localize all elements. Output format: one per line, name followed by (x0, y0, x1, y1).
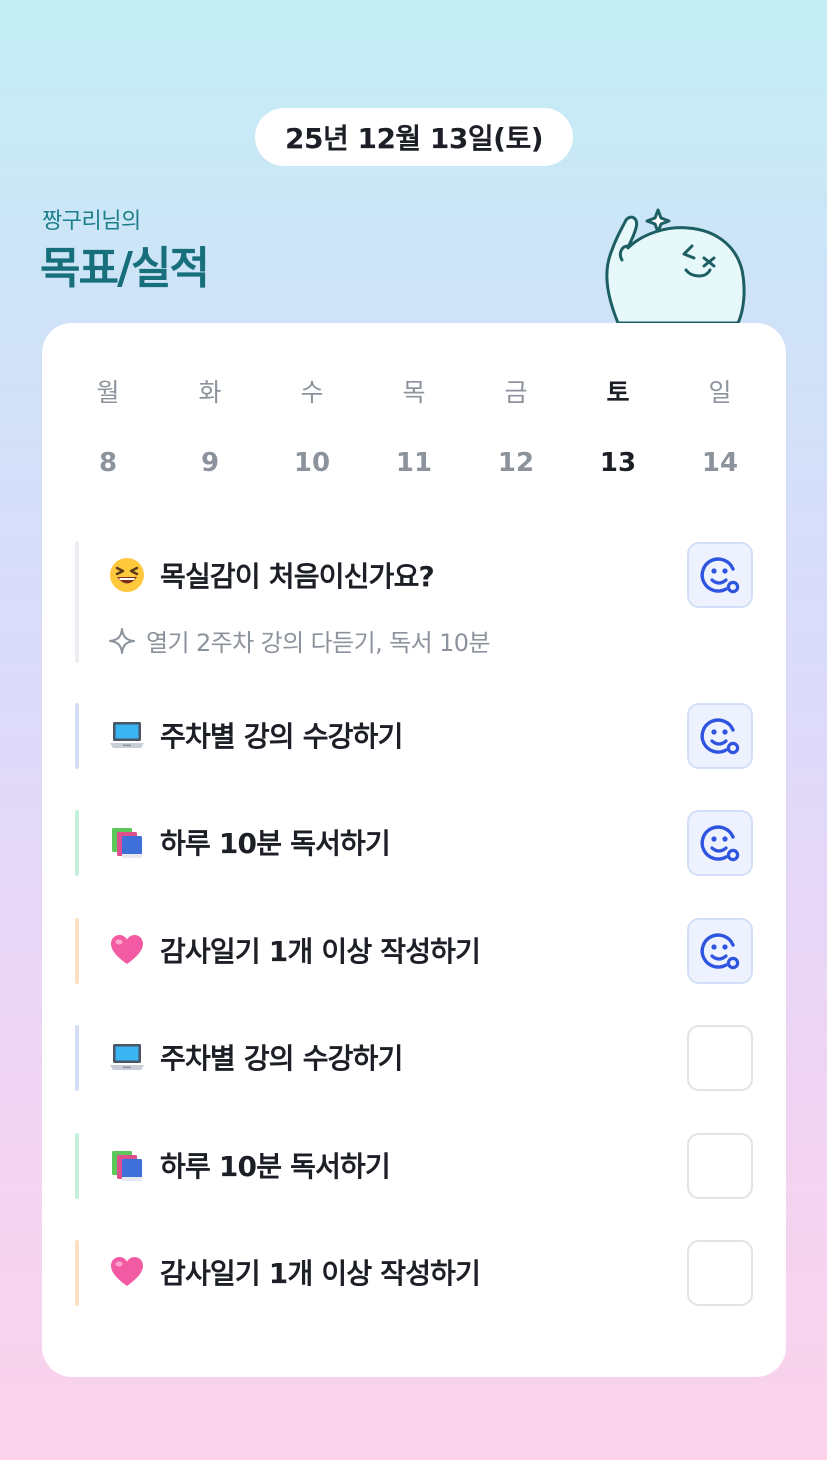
goal-item[interactable]: 주차별 강의 수강하기 (75, 703, 753, 769)
day-number: 14 (701, 448, 739, 478)
pink-heart-icon (111, 935, 143, 964)
smile-face-check-icon (700, 933, 740, 970)
goal-check-empty[interactable] (687, 1025, 753, 1091)
smile-face-check-icon (700, 718, 740, 755)
books-icon (112, 828, 142, 858)
smile-face-check-icon (700, 825, 740, 862)
day-of-week: 일 (708, 378, 732, 407)
day-number: 9 (200, 448, 220, 478)
goal-accent-bar (75, 918, 79, 984)
mascot-illustration (605, 208, 746, 325)
day-of-week: 화 (198, 378, 222, 407)
goal-subtitle: 열기 2주차 강의 다듣기, 독서 10분 (146, 629, 491, 657)
goal-title-row: 감사일기 1개 이상 작성하기 (108, 930, 481, 970)
goal-accent-bar (75, 1025, 79, 1091)
goal-title: 감사일기 1개 이상 작성하기 (160, 935, 481, 968)
goal-title-row: 하루 10분 독서하기 (108, 822, 391, 862)
day-wed[interactable]: 수 10 (261, 368, 363, 488)
day-fri[interactable]: 금 12 (465, 368, 567, 488)
goal-item[interactable]: 주차별 강의 수강하기 (75, 1025, 753, 1091)
goal-title-row: 감사일기 1개 이상 작성하기 (108, 1252, 481, 1292)
sparkle-icon (109, 627, 135, 654)
goal-accent-bar (75, 1240, 79, 1306)
smile-face-check-icon (700, 557, 740, 594)
laptop-icon (110, 1044, 144, 1070)
goal-check-done[interactable] (687, 703, 753, 769)
goal-title: 목실감이 처음이신가요? (160, 560, 435, 593)
week-calendar: 월 8 화 9 수 10 목 11 금 12 토 13 일 14 (57, 368, 771, 488)
day-sun[interactable]: 일 14 (669, 368, 771, 488)
goal-title: 주차별 강의 수강하기 (160, 1042, 403, 1075)
goal-accent-bar (75, 810, 79, 876)
day-of-week: 목 (402, 378, 426, 407)
goal-check-done[interactable] (687, 542, 753, 608)
day-number: 11 (395, 448, 433, 478)
day-number: 10 (293, 448, 331, 478)
goal-item[interactable]: 감사일기 1개 이상 작성하기 (75, 1240, 753, 1306)
goal-title: 하루 10분 독서하기 (160, 827, 391, 860)
day-of-week: 수 (300, 378, 324, 407)
day-number: 8 (98, 448, 118, 478)
goal-item[interactable]: 감사일기 1개 이상 작성하기 (75, 918, 753, 984)
goal-item[interactable]: 하루 10분 독서하기 (75, 810, 753, 876)
day-number: 13 (599, 448, 637, 478)
goal-title-row: 주차별 강의 수강하기 (108, 1037, 403, 1077)
goal-accent-bar (75, 703, 79, 769)
day-of-week: 월 (96, 378, 120, 407)
day-of-week: 토 (606, 378, 630, 407)
day-thu[interactable]: 목 11 (363, 368, 465, 488)
goal-accent-bar (75, 1133, 79, 1199)
goal-check-empty[interactable] (687, 1240, 753, 1306)
goal-item[interactable]: 하루 10분 독서하기 (75, 1133, 753, 1199)
day-sat-selected[interactable]: 토 13 (567, 368, 669, 488)
owner-label: 짱구리님의 (42, 209, 141, 234)
books-icon (112, 1151, 142, 1181)
goal-item[interactable]: 목실감이 처음이신가요? 열기 2주차 강의 다듣기, 독서 10분 (75, 541, 753, 663)
pink-heart-icon (111, 1257, 143, 1286)
goal-subtitle-row: 열기 2주차 강의 다듣기, 독서 10분 (108, 623, 491, 658)
goal-title: 감사일기 1개 이상 작성하기 (160, 1257, 481, 1290)
goal-title: 주차별 강의 수강하기 (160, 720, 403, 753)
day-number: 12 (497, 448, 535, 478)
goal-check-done[interactable] (687, 810, 753, 876)
day-of-week: 금 (504, 378, 528, 407)
laptop-icon (110, 722, 144, 748)
goal-check-done[interactable] (687, 918, 753, 984)
grinning-squinting-face-icon (110, 558, 144, 592)
goal-accent-bar (75, 541, 79, 663)
date-pill[interactable]: 25년 12월 13일(토) (255, 108, 573, 166)
day-tue[interactable]: 화 9 (159, 368, 261, 488)
goal-title: 하루 10분 독서하기 (160, 1150, 391, 1183)
goal-title-row: 하루 10분 독서하기 (108, 1145, 391, 1185)
day-mon[interactable]: 월 8 (57, 368, 159, 488)
goal-title-row: 주차별 강의 수강하기 (108, 715, 403, 755)
goal-check-empty[interactable] (687, 1133, 753, 1199)
goal-title-row: 목실감이 처음이신가요? (108, 555, 435, 595)
page-title: 목표/실적 (40, 243, 210, 294)
